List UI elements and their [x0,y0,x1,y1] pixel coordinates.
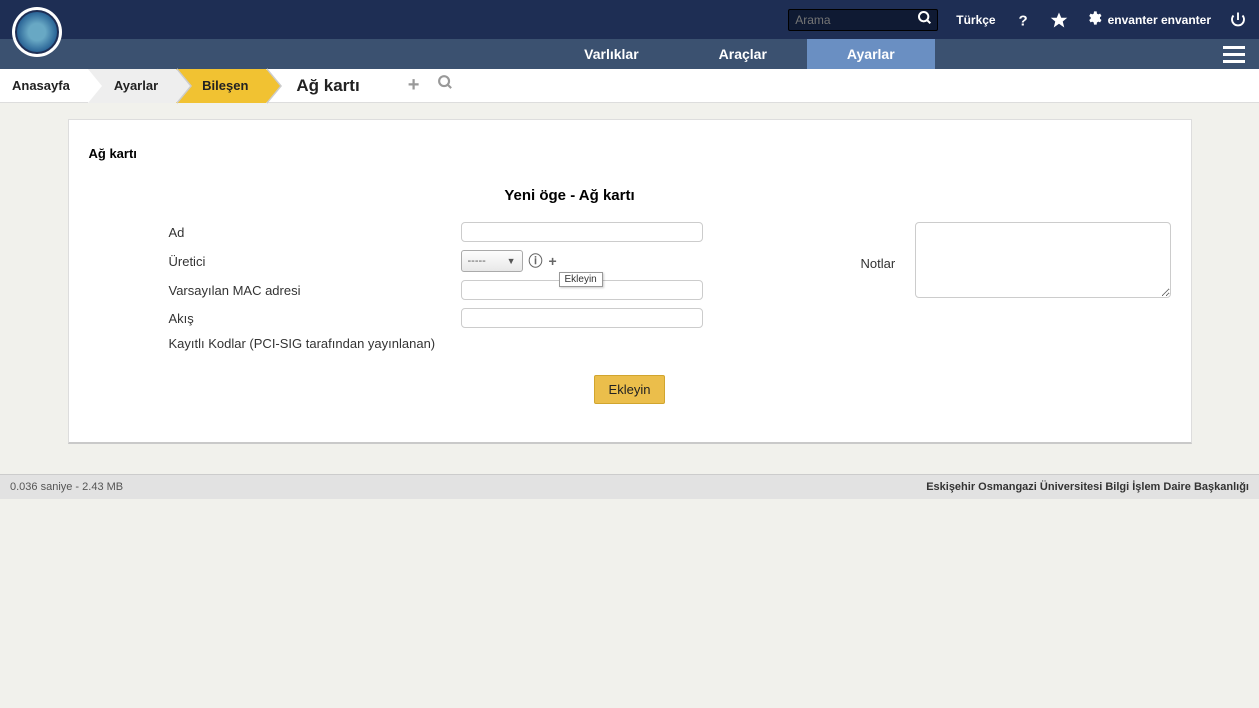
label-codes: Kayıtlı Kodlar (PCI-SIG tarafından yayın… [169,336,436,351]
star-icon[interactable] [1050,11,1068,29]
select-value: ----- [468,255,486,267]
input-flow[interactable] [461,308,703,328]
navbar: Varlıklar Araçlar Ayarlar [0,39,1259,69]
power-icon[interactable] [1229,11,1247,29]
form-title: Yeni öge - Ağ kartı [0,187,1171,204]
crumb-home[interactable]: Anasayfa [0,69,88,103]
topbar: Türkçe ? envanter envanter [0,0,1259,39]
footer-org: Eskişehir Osmangazi Üniversitesi Bilgi İ… [926,481,1249,493]
svg-text:?: ? [1018,12,1027,29]
logo[interactable] [12,7,62,57]
label-flow: Akış [169,311,461,326]
page-title: Ağ kartı [266,76,377,96]
user-name: envanter envanter [1108,13,1211,27]
search-page-icon[interactable] [437,74,454,97]
breadcrumb-bar: Anasayfa Ayarlar Bileşen Ağ kartı + [0,69,1259,103]
footer-perf: 0.036 saniye - 2.43 MB [10,481,123,493]
tooltip: Ekleyin [559,272,603,287]
footer: 0.036 saniye - 2.43 MB Eskişehir Osmanga… [0,474,1259,499]
add-option-icon[interactable]: + [549,253,557,269]
gear-icon [1086,10,1102,29]
add-icon[interactable]: + [408,74,420,97]
search-icon[interactable] [917,10,933,29]
input-name[interactable] [461,222,703,242]
hamburger-icon[interactable] [1223,46,1245,63]
panel-heading: Ağ kartı [89,146,1171,161]
label-name: Ad [169,225,461,240]
label-mac: Varsayılan MAC adresi [169,283,461,298]
label-notes: Notlar [861,222,896,271]
search-box[interactable] [788,9,938,31]
submit-button[interactable]: Ekleyin [594,375,666,404]
textarea-notes[interactable] [915,222,1170,298]
help-icon[interactable]: ? [1014,11,1032,29]
select-manufacturer[interactable]: ----- ▼ [461,250,523,272]
nav-settings[interactable]: Ayarlar [807,39,935,69]
user-menu[interactable]: envanter envanter [1086,10,1211,29]
chevron-down-icon: ▼ [507,256,516,266]
info-icon[interactable]: ⓘ [529,251,543,271]
nav-assets[interactable]: Varlıklar [544,39,679,69]
search-input[interactable] [789,13,909,27]
form-panel: Ağ kartı Yeni öge - Ağ kartı Ad Üretici … [68,119,1192,444]
language-link[interactable]: Türkçe [956,13,995,27]
nav-tools[interactable]: Araçlar [679,39,807,69]
label-manufacturer: Üretici [169,254,461,269]
